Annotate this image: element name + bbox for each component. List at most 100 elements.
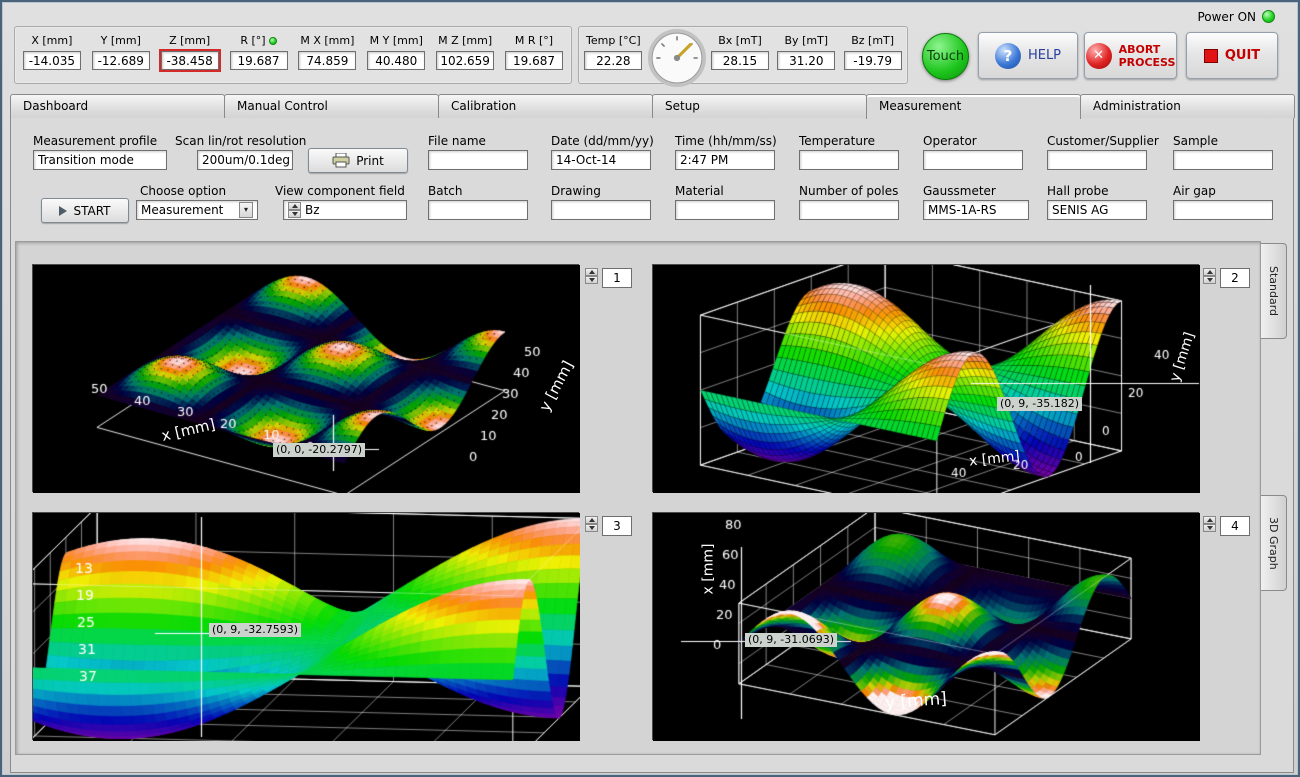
operator-field[interactable] — [923, 150, 1023, 170]
abort-process-button[interactable]: ✕ ABORT PROCESS — [1084, 32, 1177, 79]
surface-plot-3[interactable] — [33, 513, 580, 741]
field-label-material: Material — [675, 184, 724, 198]
side-tab-3d-graph[interactable]: 3D Graph — [1261, 495, 1287, 591]
start-button[interactable]: START — [41, 198, 129, 223]
readout-label: X [mm] — [31, 34, 72, 47]
graph-panel-4: y [mm] x [mm] (0, 9, -31.0693) — [652, 512, 1199, 740]
touch-button[interactable]: Touch — [922, 33, 969, 80]
choose-option-select[interactable]: Measurement ▾ — [136, 200, 258, 220]
side-tab-standard[interactable]: Standard — [1261, 243, 1287, 339]
tab-administration[interactable]: Administration — [1080, 94, 1295, 118]
tab-measurement[interactable]: Measurement — [866, 94, 1081, 119]
number-of-poles-field[interactable] — [799, 200, 899, 220]
field-label-file-name: File name — [428, 134, 486, 148]
print-button[interactable]: Print — [308, 148, 408, 173]
graph-number[interactable]: 2 — [1220, 268, 1250, 288]
readout-label: Temp [°C] — [586, 34, 641, 47]
x-circle-icon: ✕ — [1086, 43, 1112, 69]
date-field[interactable]: 14-Oct-14 — [551, 150, 651, 170]
temperature-field[interactable] — [799, 150, 899, 170]
readout-label: By [mT] — [785, 34, 829, 47]
position-readout-group: X [mm] -14.035 Y [mm] -12.689 Z [mm] -38… — [14, 26, 572, 84]
readout-value: 74.859 — [298, 51, 356, 70]
field-label-customer: Customer/Supplier — [1047, 134, 1159, 148]
readout-label: M X [mm] — [300, 34, 354, 47]
field-label-drawing: Drawing — [551, 184, 601, 198]
graph-number[interactable]: 4 — [1220, 516, 1250, 536]
scan-resolution-field[interactable]: 200um/0.1deg — [197, 150, 293, 170]
graph-selector-4: 4 — [1203, 516, 1250, 538]
measurement-panel: Measurement profile Transition mode Scan… — [10, 117, 1294, 773]
tab-calibration[interactable]: Calibration — [438, 94, 653, 118]
spinner-up-icon[interactable] — [288, 202, 301, 210]
tab-dashboard[interactable]: Dashboard — [10, 94, 225, 118]
readout-value-highlighted: -38.458 — [161, 51, 219, 70]
temp-gauge-icon — [648, 29, 706, 87]
gaussmeter-field[interactable]: MMS-1A-RS — [923, 200, 1029, 220]
air-gap-field[interactable] — [1173, 200, 1273, 220]
readout-x: X [mm] -14.035 — [20, 33, 84, 70]
spinner-up-icon[interactable] — [1203, 516, 1216, 524]
hall-probe-field[interactable]: SENIS AG — [1047, 200, 1147, 220]
cursor-readout: (0, 9, -32.7593) — [209, 623, 301, 637]
field-label-choose-option: Choose option — [140, 184, 226, 198]
readout-z: Z [mm] -38.458 — [158, 33, 222, 70]
readout-y: Y [mm] -12.689 — [89, 33, 153, 70]
spinner-up-icon[interactable] — [585, 516, 598, 524]
measurement-profile-select[interactable]: Transition mode — [33, 150, 167, 170]
field-label-air-gap: Air gap — [1173, 184, 1216, 198]
drawing-field[interactable] — [551, 200, 651, 220]
field-label-resolution: Scan lin/rot resolution — [175, 134, 306, 148]
field-label-time: Time (hh/mm/ss) — [675, 134, 777, 148]
chevron-down-icon[interactable]: ▾ — [239, 202, 253, 218]
readout-label: Bx [mT] — [718, 34, 762, 47]
field-label-hall-probe: Hall probe — [1047, 184, 1109, 198]
readout-value: 19.687 — [230, 51, 288, 70]
readout-label: M Y [mm] — [370, 34, 423, 47]
readout-value: 31.20 — [777, 51, 835, 70]
graph-number[interactable]: 3 — [602, 516, 632, 536]
surface-plot-1[interactable] — [33, 265, 580, 493]
readout-value: 40.480 — [367, 51, 425, 70]
power-led — [1262, 10, 1275, 23]
graph-area: x [mm] y [mm] (0, 0, -20.2797) 1 x [mm] … — [15, 241, 1261, 755]
spinner-down-icon[interactable] — [585, 276, 598, 284]
readout-bx: Bx [mT] 28.15 — [708, 33, 772, 70]
customer-field[interactable] — [1047, 150, 1147, 170]
field-label-poles: Number of poles — [799, 184, 898, 198]
spinner-up-icon[interactable] — [1203, 268, 1216, 276]
readout-value: 102.659 — [436, 51, 494, 70]
batch-field[interactable] — [428, 200, 528, 220]
field-label-operator: Operator — [923, 134, 977, 148]
sample-field[interactable] — [1173, 150, 1273, 170]
spinner-down-icon[interactable] — [585, 524, 598, 532]
readout-label: Z [mm] — [169, 34, 210, 47]
time-field[interactable]: 2:47 PM — [675, 150, 775, 170]
view-component-stepper[interactable]: Bz — [283, 200, 407, 220]
spinner-down-icon[interactable] — [288, 210, 301, 218]
readout-value: 22.28 — [584, 51, 642, 70]
readout-value: -14.035 — [23, 51, 81, 70]
readout-mz: M Z [mm] 102.659 — [433, 33, 497, 70]
readout-mr: M R [°] 19.687 — [502, 33, 566, 70]
readout-label: M R [°] — [515, 34, 553, 47]
spinner-down-icon[interactable] — [1203, 524, 1216, 532]
help-button[interactable]: ? HELP — [978, 32, 1078, 79]
tab-setup[interactable]: Setup — [652, 94, 867, 118]
spinner-down-icon[interactable] — [1203, 276, 1216, 284]
tab-manual-control[interactable]: Manual Control — [224, 94, 439, 118]
play-icon — [59, 206, 67, 216]
spinner-up-icon[interactable] — [585, 268, 598, 276]
surface-plot-2[interactable] — [653, 265, 1200, 493]
material-field[interactable] — [675, 200, 775, 220]
quit-button[interactable]: QUIT — [1186, 32, 1278, 79]
graph-panel-1: x [mm] y [mm] (0, 0, -20.2797) — [32, 264, 579, 492]
readout-my: M Y [mm] 40.480 — [364, 33, 428, 70]
field-label-batch: Batch — [428, 184, 463, 198]
graph-number[interactable]: 1 — [602, 268, 632, 288]
readout-value: -19.79 — [844, 51, 902, 70]
readout-label: R [°] — [240, 34, 265, 47]
question-icon: ? — [995, 43, 1021, 69]
file-name-field[interactable] — [428, 150, 528, 170]
readout-r: R [°] 19.687 — [227, 33, 291, 70]
